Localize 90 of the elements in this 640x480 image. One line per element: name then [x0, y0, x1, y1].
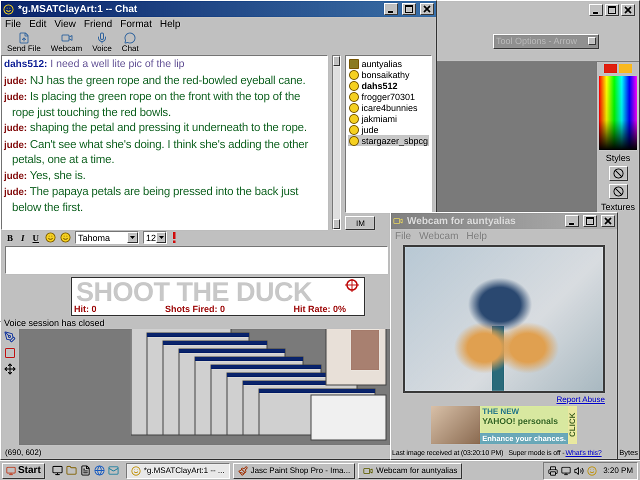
menu-item[interactable]: Friend: [84, 18, 112, 30]
maximize-icon: [586, 217, 594, 225]
chat-bubbles-icon: [124, 32, 136, 44]
taskbar-button[interactable]: Jasc Paint Shop Pro - Ima...: [232, 462, 356, 478]
toolbar-button[interactable]: Voice: [90, 32, 114, 54]
desktop-icon[interactable]: [52, 465, 63, 476]
maximize-button[interactable]: [583, 215, 597, 227]
minimize-button[interactable]: [589, 4, 603, 16]
chat-message: jude: NJ has the green rope and the red-bowled eyeball cane.: [4, 74, 307, 88]
game-stat: Hit: 0: [74, 304, 96, 314]
taskbar-button[interactable]: *g.MSATClayArt:1 -- ...: [126, 462, 230, 478]
style-button[interactable]: [608, 166, 628, 181]
report-abuse-link[interactable]: Report Abuse: [556, 395, 605, 404]
chat-message: dahs512: I need a well lite pic of the lip: [4, 57, 186, 72]
dropdown-arrow-icon: [158, 236, 164, 239]
user-list-item[interactable]: bonsaikathy: [348, 69, 429, 80]
send-file-icon: [18, 32, 30, 44]
menu-item[interactable]: Edit: [29, 18, 46, 30]
menu-item[interactable]: File: [5, 18, 22, 30]
user-list-item[interactable]: auntyalias: [348, 58, 429, 69]
toolbar-button[interactable]: Webcam: [48, 32, 84, 54]
window-title: *g.MSATClayArt:1 -- Chat: [18, 4, 138, 14]
palette-label: Textures: [600, 202, 635, 212]
clock: 3:20 PM: [603, 466, 633, 475]
maximize-icon: [405, 5, 413, 13]
ad-headline: THE NEW: [482, 407, 520, 416]
printer-icon[interactable]: [548, 466, 558, 476]
user-list-item[interactable]: dahs512: [348, 80, 429, 91]
close-icon: [624, 6, 632, 14]
window-title: Webcam for auntyalias: [407, 216, 517, 226]
user-list-item[interactable]: jude: [348, 124, 429, 135]
menu-item[interactable]: View: [54, 18, 76, 30]
move-tool-icon[interactable]: [4, 363, 16, 375]
menu-item[interactable]: Format: [120, 18, 152, 30]
taskbar-button[interactable]: Webcam for auntyalias: [358, 462, 462, 478]
chat-message: jude: Yes, she is.: [4, 168, 87, 184]
smiley-icon: [3, 4, 14, 14]
underline-button[interactable]: U: [30, 232, 42, 242]
chat-message: jude: The papaya petals are being pressed into the back just below the first.: [4, 185, 300, 215]
microphone-icon: [96, 32, 108, 44]
ad-brand: YAHOO! personals: [482, 416, 559, 426]
pen-tool-icon[interactable]: [4, 331, 16, 343]
close-icon: [604, 217, 612, 225]
smiley-icon[interactable]: [45, 232, 56, 243]
bold-button[interactable]: B: [5, 232, 16, 242]
maximize-button[interactable]: [402, 3, 416, 15]
background-swatch[interactable]: [619, 64, 632, 73]
maximize-button[interactable]: [605, 4, 619, 16]
scrollbar[interactable]: [332, 55, 342, 230]
chat-message: jude: shaping the petal and pressing it underneath to the rope.: [4, 121, 308, 136]
smiley-icon[interactable]: [60, 232, 72, 243]
cursor-coordinates: (690, 602): [5, 448, 42, 456]
toolbar-button[interactable]: Send File: [5, 32, 43, 54]
palette-label: Styles: [606, 153, 630, 163]
maximize-icon: [608, 6, 616, 14]
exclamation-icon[interactable]: [171, 232, 178, 243]
paintbrush-icon: [238, 466, 248, 476]
font-dropdown[interactable]: Tahoma: [75, 231, 140, 244]
crosshair-icon: [342, 278, 362, 294]
chat-message: jude: Can't see what she's doing. I think she's adding the other petals, one at a time.: [4, 138, 310, 168]
style-button[interactable]: [608, 184, 628, 199]
webcam-icon: [363, 466, 374, 476]
toolbar-button[interactable]: Chat: [120, 32, 141, 54]
webcam-icon: [393, 216, 403, 226]
photo-placeholder: [431, 406, 480, 444]
start-button[interactable]: Start: [2, 462, 45, 478]
shape-tool-icon[interactable]: [4, 347, 16, 359]
im-button[interactable]: IM: [345, 216, 376, 230]
game-stat: Hit Rate: 0%: [293, 304, 346, 314]
dropdown-arrow-icon: [130, 236, 136, 239]
close-icon: [423, 5, 431, 13]
minimize-button[interactable]: [384, 3, 398, 15]
color-spectrum[interactable]: [599, 76, 637, 150]
minimize-button[interactable]: [565, 215, 579, 227]
speaker-icon[interactable]: [574, 466, 584, 476]
document-icon[interactable]: [80, 465, 91, 476]
chat-message: jude: Is placing the green rope on the front with the top of the rope just touching the red bowls.: [4, 90, 302, 120]
user-list-item[interactable]: jakmiami: [348, 113, 429, 124]
ad-click-label: CLICK: [568, 406, 577, 444]
webcam-icon: [60, 32, 72, 44]
italic-button[interactable]: I: [19, 232, 27, 242]
user-list-item[interactable]: stargazer_sbpcg: [348, 135, 429, 146]
smiley-icon: [130, 466, 141, 476]
message-input[interactable]: [5, 246, 388, 274]
game-stat: Shots Fired: 0: [164, 304, 225, 314]
size-dropdown[interactable]: 12: [143, 231, 168, 244]
user-list-item[interactable]: frogger70301: [348, 91, 429, 102]
user-list-item[interactable]: icare4bunnies: [348, 102, 429, 113]
menu-item[interactable]: Help: [160, 18, 180, 30]
foreground-swatch[interactable]: [604, 64, 617, 73]
